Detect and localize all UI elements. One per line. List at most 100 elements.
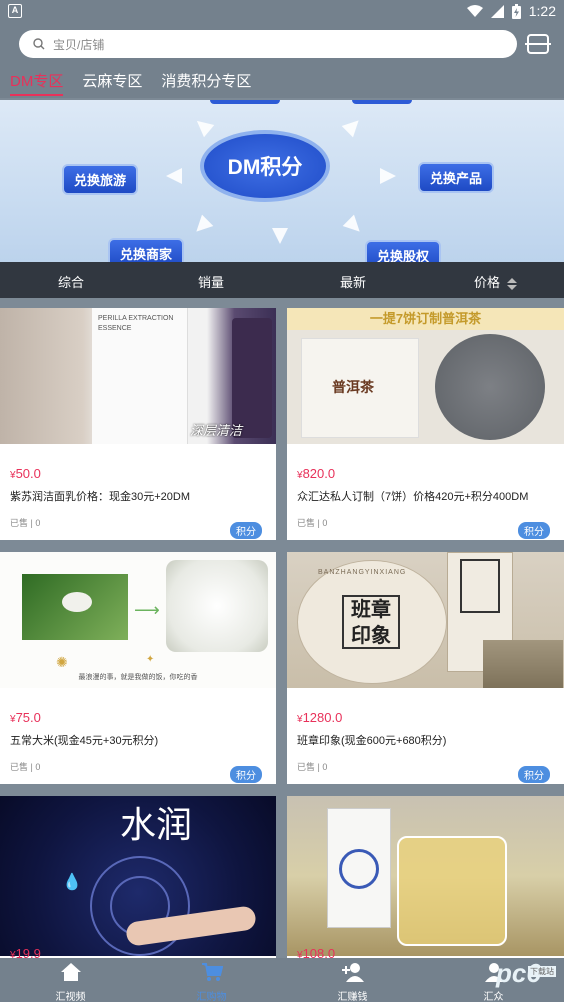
tea-box-image [327,808,391,928]
points-badge: 积分 [518,522,550,539]
product-title: 五常大米(现金45元+30元积分) [10,735,159,747]
arrow-icon [341,114,365,138]
sort-sales[interactable]: 销量 [198,272,224,291]
arrow-icon [342,214,366,238]
battery-icon [511,3,521,19]
product-image: 班章印象 BANZHANGYINXIANG [287,552,564,688]
zone-tabs: DM专区 云麻专区 消费积分专区 [0,70,260,96]
product-price: ¥75.0 [10,710,41,725]
arrow-icon [190,214,214,238]
product-image-label: BANZHANGYINXIANG [318,569,407,576]
search-placeholder: 宝贝/店铺 [53,37,105,52]
tab-dm-zone[interactable]: DM专区 [10,70,64,96]
product-title: 班章印象(现金600元+680积分) [297,735,447,747]
product-image-caption: 深层清洁 [190,423,243,438]
product-price: ¥108.0 [297,946,336,958]
banner-pill-merchant: 兑换商家 [108,238,185,262]
product-sold: 已售 | 0 [297,762,328,772]
box-pattern-icon [339,849,379,889]
product-price: ¥820.0 [297,466,336,481]
promo-banner[interactable]: DM积分 兑换旅游 兑换商家 兑换产品 兑换股权 [0,100,564,262]
nav-video[interactable]: 汇视频 [0,958,141,1002]
banner-pill-equity: 兑换股权 [365,240,442,262]
product-image-caption: 最浪漫的事，就是我做的饭，你吃的香 [78,674,198,681]
cart-icon [201,963,223,981]
points-badge: 积分 [518,766,550,783]
banner-pill-top-left [210,100,280,104]
banner-center: DM积分 [200,130,330,202]
tea-cake-wrap-image: 班章印象 BANZHANGYINXIANG [297,560,447,684]
arrow-icon [166,168,182,184]
product-grid: PERILLA EXTRACTION ESSENCE 深层清洁 ¥50.0 紫苏… [0,298,564,958]
product-image: 一提7饼订制普洱茶 普洱茶 [287,308,564,444]
clock: 1:22 [528,3,556,19]
sort-price-label: 价格 [474,275,501,290]
watermark-logo: pc6 下载站 [496,958,556,988]
rice-leaf-image [22,574,128,640]
product-image: ⟶ ✺ ✦ 最浪漫的事，就是我做的饭，你吃的香 [0,552,276,688]
sort-arrows-icon [506,277,517,290]
arrow-icon [272,228,288,244]
notification-icon: A [8,4,22,18]
tube-image: PERILLA EXTRACTION ESSENCE [92,308,188,444]
product-title: 紫苏润洁面乳价格：现金30元+20DM [10,491,191,503]
product-image-caption: 班章印象 [342,595,400,649]
sparkle-icon: ✦ [146,654,155,665]
drop-icon: 💧 [62,874,82,891]
product-title: 众汇达私人订制（7饼）价格420元+积分400DM [297,491,529,503]
product-image: PERILLA EXTRACTION ESSENCE 深层清洁 [0,308,276,444]
signal-icon [490,4,504,18]
product-card[interactable]: ¥108.0 [287,796,564,958]
product-sold: 已售 | 0 [10,518,41,528]
status-bar: A 1:22 [0,0,564,22]
product-price: ¥1280.0 [297,710,343,725]
product-sold: 已售 | 0 [10,762,41,772]
wifi-icon [466,5,483,17]
sort-price[interactable]: 价格 [474,272,517,291]
nav-label: 汇视频 [55,992,86,1002]
scan-icon[interactable] [525,34,551,54]
sort-bar: 综合 销量 最新 价格 [0,262,564,298]
tea-brand-label: 普洱茶 [332,379,374,395]
sort-newest[interactable]: 最新 [340,272,366,291]
rice-bowl-image [62,592,92,612]
product-card[interactable]: 一提7饼订制普洱茶 普洱茶 ¥820.0 众汇达私人订制（7饼）价格420元+积… [287,308,564,540]
banner-pill-top-right [352,100,412,104]
product-card[interactable]: 水润 💧 ¥19.9 [0,796,276,958]
nav-label: 汇赚钱 [337,992,368,1002]
building-illustration [483,640,563,688]
product-card[interactable]: ⟶ ✺ ✦ 最浪漫的事，就是我做的饭，你吃的香 ¥75.0 五常大米(现金45元… [0,552,276,784]
banner-pill-product: 兑换产品 [418,162,495,193]
watermark-sub: 下载站 [528,966,556,977]
cooked-rice-image [166,560,268,652]
nav-shopping[interactable]: 汇购物 [141,958,282,1002]
arrow-icon [191,114,215,138]
sort-comprehensive[interactable]: 综合 [58,272,84,291]
nav-label: 汇购物 [196,992,227,1002]
product-card[interactable]: PERILLA EXTRACTION ESSENCE 深层清洁 ¥50.0 紫苏… [0,308,276,540]
product-image-caption: 水润 [120,804,193,845]
arrow-right-icon: ⟶ [134,600,160,620]
product-image-caption: 一提7饼订制普洱茶 [287,308,564,330]
tab-yunma-zone[interactable]: 云麻专区 [82,70,142,96]
product-price: ¥19.9 [10,946,41,958]
box-seal-icon [460,559,500,613]
product-card[interactable]: 班章印象 BANZHANGYINXIANG ¥1280.0 班章印象(现金600… [287,552,564,784]
product-price: ¥50.0 [10,466,41,481]
flower-icon: ✺ [56,654,68,670]
user-add-icon [341,963,364,982]
header: 宝贝/店铺 DM专区 云麻专区 消费积分专区 [0,22,564,98]
product-image: 水润 💧 [0,796,276,956]
product-sold: 已售 | 0 [297,518,328,528]
search-bar[interactable]: 宝贝/店铺 [19,30,517,58]
tea-wrap-image: 普洱茶 [301,338,419,438]
banner-pill-travel: 兑换旅游 [62,164,139,195]
tab-points-zone[interactable]: 消费积分专区 [161,70,251,96]
search-icon [33,38,45,50]
tea-cake-image [435,334,545,440]
product-image [287,796,564,956]
glass-tea-image [397,836,507,946]
product-image-label: PERILLA EXTRACTION ESSENCE [98,315,174,332]
points-badge: 积分 [230,766,262,783]
nav-earn[interactable]: 汇赚钱 [282,958,423,1002]
